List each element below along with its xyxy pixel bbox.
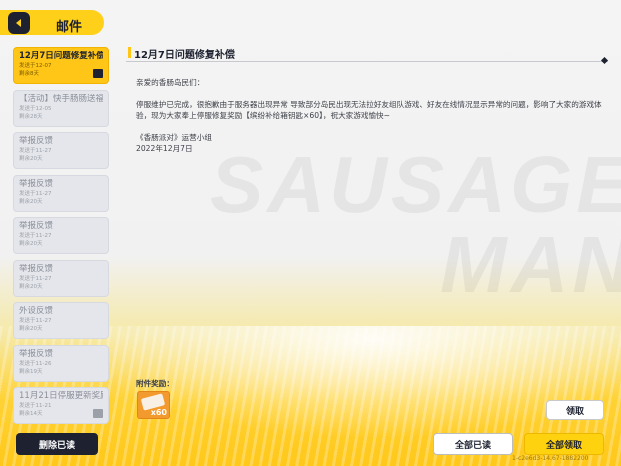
mail-item-remaining: 剩余20天 [19, 283, 43, 290]
mail-item-sent-date: 发送于11-21 [19, 403, 52, 409]
mail-item-remaining: 剩余19天 [19, 368, 43, 375]
mail-list-item[interactable]: 【活动】快手肠肠送福利发送于12-05剩余28天 [13, 89, 109, 127]
mail-greeting: 亲爱的香肠岛民们： [136, 78, 205, 87]
mail-item-title: 【活动】快手肠肠送福利 [19, 93, 103, 104]
mail-title: 12月7日问题修复补偿 [134, 50, 235, 61]
mail-item-title: 举报反馈 [19, 178, 54, 189]
mail-list-item[interactable]: 举报反馈 发送于11-27 剩余20天 [13, 174, 109, 212]
mail-list-item[interactable]: 举报反馈发送于11-27 剩余20天 [13, 132, 109, 169]
reward-count: x60 [150, 408, 167, 417]
mail-item-remaining: 剩余20天 [19, 156, 43, 162]
mail-list-item[interactable]: 举报反馈发送于11-27 剩余20天 [13, 217, 109, 254]
attachment-icon [93, 409, 103, 418]
mail-list-item[interactable]: 12月7日问题修复补偿发送于12-07 剩余8天 [13, 47, 109, 84]
mail-body: 亲爱的香肠岛民们： 停服维护已完成，很抱歉由于服务器出现异常 导致部分岛民出现无… [136, 77, 606, 154]
mail-item-sent-date: 发送于12-05 [19, 105, 52, 112]
mail-item-sent-date: 发送于11-27 [19, 275, 52, 282]
claim-button[interactable]: 领取 [546, 400, 604, 420]
mail-item-sent-date: 发送于11-27 [19, 190, 52, 197]
mail-item-sent-date: 发送于11-27 [19, 318, 52, 324]
mail-item-title: 外设反馈 [19, 306, 54, 316]
mail-list: 12月7日问题修复补偿发送于12-07 剩余8天【活动】快手肠肠送福利发送于12-… [13, 47, 110, 425]
title-accent-bar [128, 47, 131, 58]
mail-item-remaining: 剩余14天 [19, 411, 43, 417]
back-arrow-icon [16, 19, 21, 27]
mail-signature: 《香肠派对》运营小组 [136, 133, 212, 142]
mail-item-sent-date: 发送于12-07 [19, 63, 52, 69]
attachment-icon [93, 69, 103, 78]
mail-item-title: 举报反馈 [19, 221, 54, 231]
claim-all-button[interactable]: 全部领取 [524, 433, 604, 455]
mail-item-sent-date: 发送于11-26 [19, 360, 52, 367]
mail-item-title: 举报反馈 [19, 136, 54, 146]
attachment-label: 附件奖励： [136, 379, 174, 388]
mail-item-sent-date: 发送于11-27 [19, 148, 52, 154]
mail-message: 停服维护已完成，很抱歉由于服务器出现异常 导致部分岛民出现无法拉好友组队游戏、好… [136, 100, 602, 120]
mail-item-title: 12月7日问题修复补偿 [19, 51, 103, 61]
mail-item-remaining: 剩余20天 [19, 326, 43, 332]
mail-item-title: 举报反馈 [19, 348, 54, 359]
reward-item[interactable]: x60 [137, 391, 170, 419]
mail-list-item[interactable]: 举报反馈 发送于11-27 剩余20天 [13, 259, 109, 297]
mail-item-remaining: 剩余8天 [19, 71, 39, 77]
mail-date: 2022年12月7日 [136, 144, 193, 153]
version-label: 1-c2e6d3-14.67-1882200 [512, 455, 589, 462]
mail-list-item[interactable]: 11月21日停服更新奖励发送于11-21 剩余14天 [13, 387, 109, 424]
mail-list-item[interactable]: 举报反馈 发送于11-26 剩余19天 [13, 344, 109, 382]
mail-item-title: 11月21日停服更新奖励 [19, 391, 103, 401]
delete-read-button[interactable]: 删除已读 [16, 433, 98, 455]
sausage-man-watermark: SAUSAGE MAN [210, 140, 621, 309]
mail-item-remaining: 剩余20天 [19, 241, 43, 247]
mail-item-remaining: 剩余28天 [19, 113, 43, 120]
page-title: 邮件 [56, 20, 83, 35]
mail-list-item[interactable]: 外设反馈发送于11-27 剩余20天 [13, 302, 109, 339]
mail-item-title: 举报反馈 [19, 263, 54, 274]
read-all-button[interactable]: 全部已读 [433, 433, 513, 455]
back-button[interactable] [8, 12, 30, 34]
mail-item-sent-date: 发送于11-27 [19, 233, 52, 239]
mail-item-remaining: 剩余20天 [19, 198, 43, 205]
